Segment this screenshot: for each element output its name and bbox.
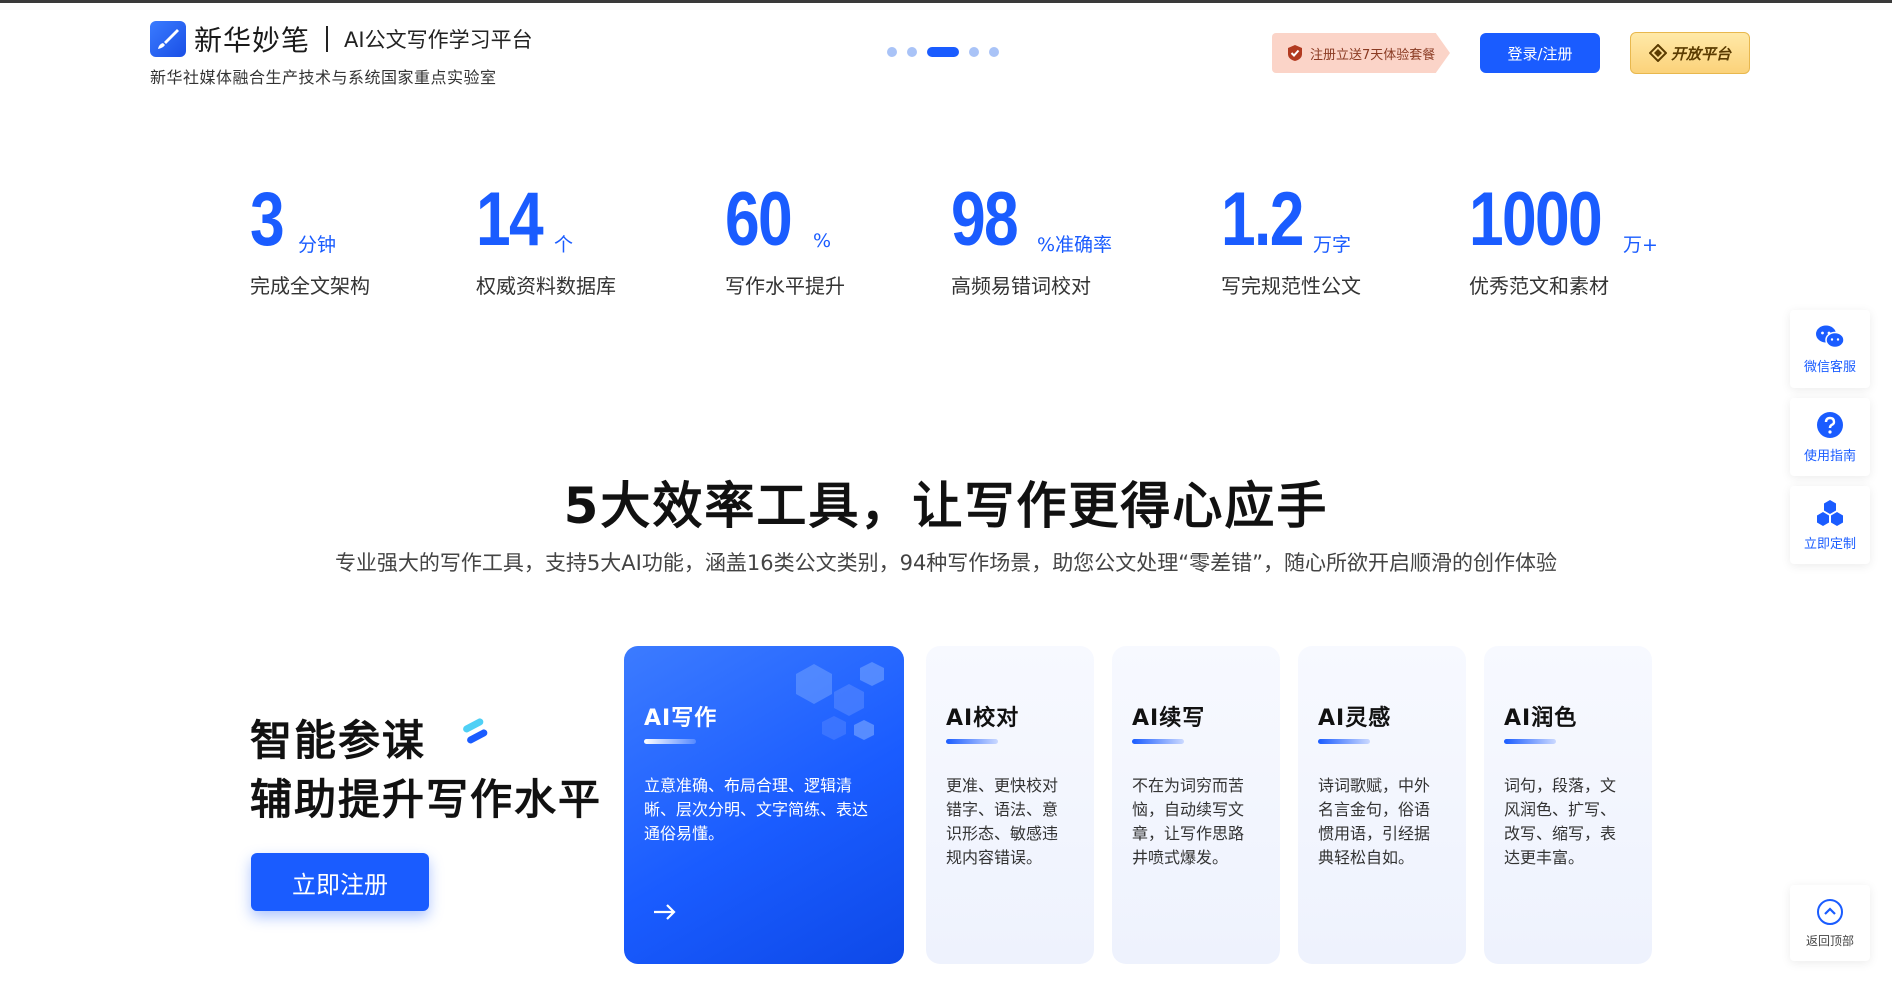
card-title-underline (1504, 739, 1556, 744)
stat-value: 60 (725, 177, 793, 262)
feature-card-ai-polish[interactable]: AI润色 词句，段落，文风润色、扩写、改写、缩写，表达更丰富。 (1484, 646, 1652, 964)
stat-value: 14 (476, 177, 544, 262)
feature-card-ai-continue[interactable]: AI续写 不在为词穷而苦恼，自动续写文章，让写作思路井喷式爆发。 (1112, 646, 1280, 964)
card-description: 词句，段落，文风润色、扩写、改写、缩写，表达更丰富。 (1504, 776, 1617, 867)
stat-item: 1.2 万字 写完规范性公文 (1221, 177, 1361, 299)
promo-banner[interactable]: 注册立送7天体验套餐 (1272, 33, 1450, 73)
card-title: AI润色 (1504, 706, 1578, 731)
carousel-dots (887, 47, 999, 57)
stat-label: 完成全文架构 (250, 274, 370, 298)
carousel-dot[interactable] (969, 47, 979, 57)
logo-divider (326, 26, 329, 52)
user-guide-label: 使用指南 (1803, 448, 1856, 464)
card-description: 更准、更快校对错字、语法、意识形态、敏感违规内容错误。 (946, 776, 1059, 867)
custom-order-button[interactable]: 立即定制 (1790, 486, 1870, 564)
brand-name: 新华妙笔 (194, 24, 311, 57)
brush-stroke-icon (463, 718, 488, 744)
logo[interactable]: 新华妙笔 AI公文写作学习平台 (150, 19, 533, 59)
stat-unit: 万字 (1313, 234, 1352, 256)
card-title: AI校对 (946, 706, 1020, 731)
stat-unit: 个 (554, 234, 574, 256)
stat-item: 98 %准确率 高频易错词校对 (951, 177, 1112, 299)
stat-value: 98 (951, 177, 1019, 262)
register-now-button[interactable]: 立即注册 (251, 853, 429, 911)
wechat-service-button[interactable]: 微信客服 (1790, 310, 1870, 388)
feature-card-ai-proofread[interactable]: AI校对 更准、更快校对错字、语法、意识形态、敏感违规内容错误。 (926, 646, 1094, 964)
stat-unit: 分钟 (298, 234, 337, 256)
custom-order-label: 立即定制 (1803, 536, 1856, 552)
stat-value: 3 (250, 177, 285, 262)
brand-subtitle: AI公文写作学习平台 (344, 28, 533, 52)
stat-unit: %准确率 (1037, 234, 1113, 256)
platform-icon (1648, 44, 1667, 62)
stat-unit: % (813, 230, 832, 252)
brush-logo-icon (150, 21, 186, 57)
card-title: AI灵感 (1318, 706, 1392, 731)
chevron-up-circle-icon (1817, 898, 1843, 925)
promo-text: 注册立送7天体验套餐 (1310, 47, 1436, 63)
stat-item: 14 个 权威资料数据库 (476, 177, 616, 299)
card-description: 诗词歌赋，中外名言金句，俗语惯用语，引经据典轻松自如。 (1318, 776, 1431, 867)
gift-badge-icon (1288, 45, 1302, 61)
carousel-dot[interactable] (887, 47, 897, 57)
card-title-underline (1132, 739, 1184, 744)
feature-card-ai-inspiration[interactable]: AI灵感 诗词歌赋，中外名言金句，俗语惯用语，引经据典轻松自如。 (1298, 646, 1466, 964)
stat-item: 1000 万+ 优秀范文和素材 (1469, 177, 1658, 299)
lab-name: 新华社媒体融合生产技术与系统国家重点实验室 (150, 68, 497, 87)
section-title: 5大效率工具，让写作更得心应手 (563, 477, 1329, 535)
carousel-dot[interactable] (989, 47, 999, 57)
stat-value: 1000 (1469, 177, 1603, 262)
stat-label: 写作水平提升 (725, 274, 845, 298)
stat-label: 写完规范性公文 (1221, 274, 1361, 298)
carousel-dot-active[interactable] (927, 47, 959, 57)
carousel-dot[interactable] (907, 47, 917, 57)
open-platform-button[interactable]: 开放平台 (1630, 32, 1750, 74)
open-platform-label: 开放平台 (1670, 44, 1731, 63)
cubes-decoration-icon (796, 662, 884, 740)
card-title: AI续写 (1132, 706, 1206, 731)
stat-label: 优秀范文和素材 (1469, 274, 1609, 298)
user-guide-button[interactable]: 使用指南 (1790, 398, 1870, 476)
hexagons-icon (1817, 499, 1843, 526)
stat-label: 高频易错词校对 (951, 274, 1091, 298)
side-heading-line1: 智能参谋 (250, 716, 427, 765)
feature-card-ai-writing[interactable]: AI写作 立意准确、布局合理、逻辑清晰、层次分明、文字简练、表达通俗易懂。 (624, 646, 904, 964)
side-heading-line2: 辅助提升写作水平 (250, 775, 603, 824)
wechat-service-label: 微信客服 (1803, 359, 1856, 375)
back-to-top-label: 返回顶部 (1805, 933, 1854, 948)
wechat-icon (1816, 325, 1845, 348)
stat-label: 权威资料数据库 (476, 274, 616, 298)
card-title-underline (1318, 739, 1370, 744)
card-title-underline (644, 739, 696, 744)
card-title-underline (946, 739, 998, 744)
login-register-button[interactable]: 登录/注册 (1480, 33, 1600, 73)
stat-item: 60 % 写作水平提升 (725, 177, 845, 299)
back-to-top-button[interactable]: 返回顶部 (1790, 885, 1870, 961)
help-question-icon (1817, 411, 1843, 438)
header: 新华妙笔 AI公文写作学习平台 新华社媒体融合生产技术与系统国家重点实验室 注册… (0, 0, 1892, 100)
arrow-right-icon[interactable] (652, 902, 678, 922)
section-description: 专业强大的写作工具，支持5大AI功能，涵盖16类公文类别，94种写作场景，助您公… (334, 551, 1558, 575)
card-title: AI写作 (644, 706, 718, 731)
stat-unit: 万+ (1623, 234, 1658, 256)
card-description: 不在为词穷而苦恼，自动续写文章，让写作思路井喷式爆发。 (1132, 776, 1245, 867)
stat-item: 3 分钟 完成全文架构 (250, 177, 370, 299)
card-description: 立意准确、布局合理、逻辑清晰、层次分明、文字简练、表达通俗易懂。 (644, 776, 869, 843)
stat-value: 1.2 (1221, 177, 1304, 262)
